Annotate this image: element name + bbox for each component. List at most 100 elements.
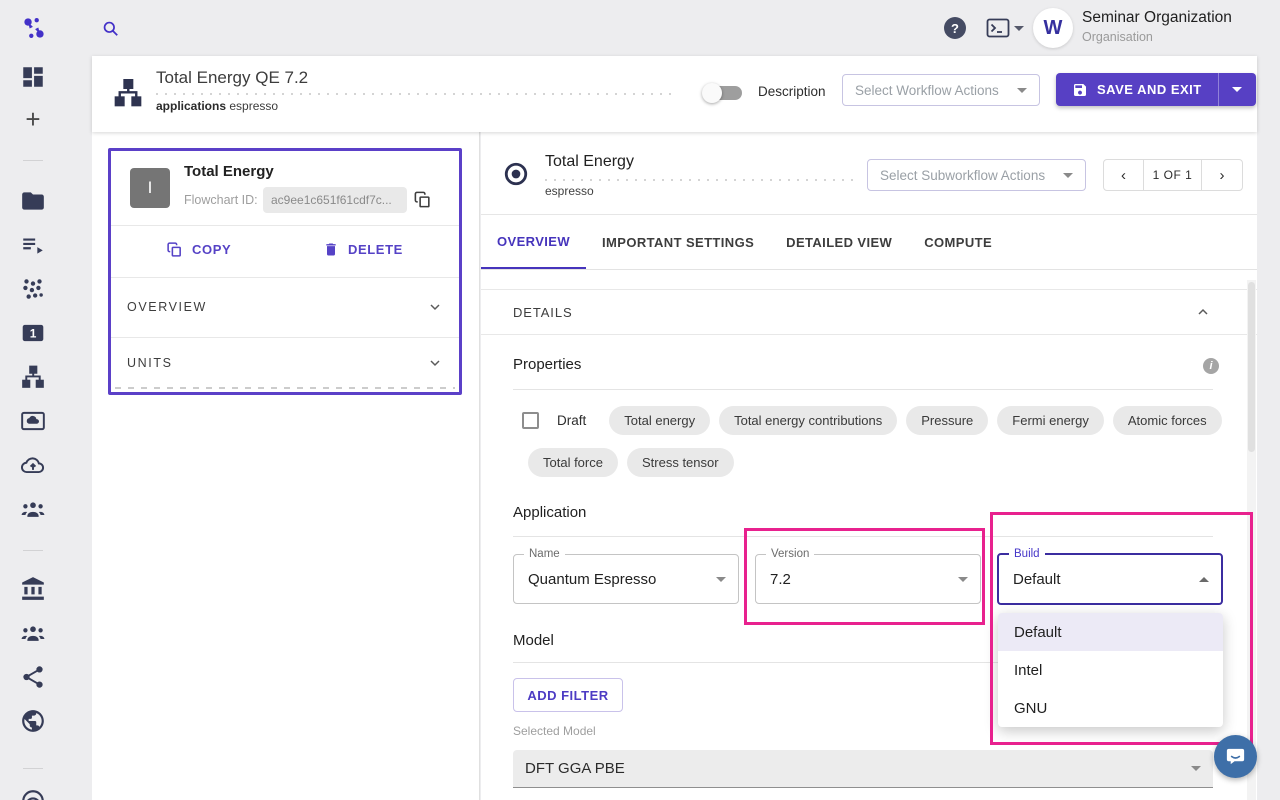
subworkflow-pager: ‹ 1 OF 1 › xyxy=(1103,159,1243,191)
toggle-knob xyxy=(702,83,722,103)
save-options-button[interactable] xyxy=(1219,73,1256,106)
application-name-select[interactable]: Name Quantum Espresso xyxy=(513,554,739,604)
materials-dots-icon[interactable] xyxy=(20,276,46,302)
details-accordion-header[interactable]: DETAILS xyxy=(481,289,1257,335)
dotted-underline xyxy=(156,93,678,95)
property-chip[interactable]: Total energy contributions xyxy=(719,406,897,435)
bank-card-icon[interactable]: 1 xyxy=(20,320,46,346)
property-chip[interactable]: Atomic forces xyxy=(1113,406,1222,435)
web-globe-icon[interactable] xyxy=(20,708,46,734)
team-icon[interactable] xyxy=(20,496,46,522)
property-chip[interactable]: Stress tensor xyxy=(627,448,734,477)
workflow-actions-select[interactable]: Select Workflow Actions xyxy=(842,74,1040,106)
workflow-header: Total Energy QE 7.2 applications espress… xyxy=(92,56,1257,132)
share-icon[interactable] xyxy=(20,664,46,690)
pager-prev-button[interactable]: ‹ xyxy=(1104,160,1144,190)
subworkflow-actions-select[interactable]: Select Subworkflow Actions xyxy=(867,159,1086,191)
tab-overview[interactable]: OVERVIEW xyxy=(481,215,586,269)
chevron-down-icon xyxy=(1017,88,1027,93)
unit-badge: I xyxy=(130,168,170,208)
add-icon[interactable]: + xyxy=(20,108,46,134)
selected-model-value: DFT GGA PBE xyxy=(525,760,625,777)
property-chip[interactable]: Fermi energy xyxy=(997,406,1104,435)
save-icon xyxy=(1072,82,1088,98)
globe-partial-icon[interactable] xyxy=(20,788,46,800)
workflow-meta-app: espresso xyxy=(229,99,278,113)
application-build-select[interactable]: Build Default xyxy=(997,553,1223,605)
nav-divider xyxy=(23,768,43,769)
dashboard-icon[interactable] xyxy=(20,64,46,90)
cloud-upload-icon[interactable] xyxy=(20,452,46,478)
section-label: UNITS xyxy=(127,356,173,370)
workflow-meta-kind: applications xyxy=(156,99,226,113)
delete-unit-button[interactable]: DELETE xyxy=(323,241,403,258)
chevron-up-icon xyxy=(1195,304,1211,320)
chat-launcher-button[interactable] xyxy=(1214,735,1257,778)
chevron-down-icon xyxy=(1063,173,1073,178)
flowchart-id-value[interactable]: ac9ee1c651f61cdf7c... xyxy=(263,187,407,213)
description-toggle-label: Description xyxy=(758,84,826,99)
build-options-menu: Default Intel GNU xyxy=(998,613,1223,727)
app-logo-icon[interactable] xyxy=(21,15,47,41)
application-version-select[interactable]: Version 7.2 xyxy=(755,554,981,604)
add-filter-button[interactable]: ADD FILTER xyxy=(513,678,623,712)
save-and-exit-button[interactable]: SAVE AND EXIT xyxy=(1056,73,1219,106)
search-icon[interactable] xyxy=(101,19,120,38)
pager-next-button[interactable]: › xyxy=(1202,160,1242,190)
selected-model-select[interactable]: DFT GGA PBE xyxy=(513,750,1213,788)
svg-text:1: 1 xyxy=(30,326,37,340)
model-title: Model xyxy=(513,632,554,649)
avatar[interactable]: W xyxy=(1033,8,1073,48)
card-divider xyxy=(111,225,459,226)
properties-title: Properties xyxy=(513,356,581,373)
unit-card: I Total Energy Flowchart ID: ac9ee1c651f… xyxy=(108,148,462,395)
subworkflow-sidebar-panel: I Total Energy Flowchart ID: ac9ee1c651f… xyxy=(92,132,480,800)
card-section-units[interactable]: UNITS xyxy=(111,337,459,389)
console-menu-button[interactable] xyxy=(986,18,1024,38)
property-chip[interactable]: Total force xyxy=(528,448,618,477)
left-nav-rail: + 1 xyxy=(0,56,92,800)
chat-bubble-icon xyxy=(1224,745,1247,768)
organization-info[interactable]: Seminar Organization Organisation xyxy=(1082,9,1232,44)
copy-id-icon[interactable] xyxy=(413,190,432,209)
chevron-down-icon xyxy=(427,299,443,315)
build-option-intel[interactable]: Intel xyxy=(998,651,1223,689)
workflows-tree-icon[interactable] xyxy=(20,364,46,390)
draft-checkbox[interactable] xyxy=(522,412,539,429)
vertical-scrollbar[interactable] xyxy=(1247,280,1256,800)
chevron-down-icon xyxy=(1014,26,1024,31)
organization-name: Seminar Organization xyxy=(1082,9,1232,27)
properties-row-1: Draft Total energy Total energy contribu… xyxy=(522,405,1222,435)
organization-bank-icon[interactable] xyxy=(20,576,46,602)
application-title: Application xyxy=(513,504,586,521)
nav-divider xyxy=(23,550,43,551)
scrollbar-thumb[interactable] xyxy=(1248,282,1255,452)
help-icon[interactable]: ? xyxy=(944,17,966,39)
drop-zone-dashes xyxy=(115,387,455,389)
jobs-list-icon[interactable] xyxy=(20,232,46,258)
tab-important-settings[interactable]: IMPORTANT SETTINGS xyxy=(586,215,770,269)
subworkflow-tabs: OVERVIEW IMPORTANT SETTINGS DETAILED VIE… xyxy=(481,215,1257,270)
folder-icon[interactable] xyxy=(20,188,46,214)
radio-unit-icon xyxy=(503,161,529,187)
trash-icon xyxy=(323,241,339,258)
details-header-label: DETAILS xyxy=(513,305,573,320)
copy-unit-button[interactable]: COPY xyxy=(166,241,231,258)
tab-compute[interactable]: COMPUTE xyxy=(908,215,1008,269)
designer-icon[interactable] xyxy=(20,408,46,434)
description-toggle[interactable] xyxy=(706,81,742,103)
build-option-default[interactable]: Default xyxy=(998,613,1223,651)
users-icon[interactable] xyxy=(20,620,46,646)
subworkflow-actions-placeholder: Select Subworkflow Actions xyxy=(880,168,1045,183)
property-chip[interactable]: Total energy xyxy=(609,406,710,435)
dotted-underline xyxy=(545,179,855,181)
info-icon[interactable]: i xyxy=(1203,358,1219,374)
card-section-overview[interactable]: OVERVIEW xyxy=(111,277,459,337)
build-option-gnu[interactable]: GNU xyxy=(998,689,1223,727)
subworkflow-title[interactable]: Total Energy xyxy=(545,153,634,171)
property-chip[interactable]: Pressure xyxy=(906,406,988,435)
chevron-down-icon xyxy=(716,577,726,582)
workflow-title[interactable]: Total Energy QE 7.2 xyxy=(156,68,308,88)
tab-detailed-view[interactable]: DETAILED VIEW xyxy=(770,215,908,269)
workflow-meta: applications espresso xyxy=(156,99,278,113)
